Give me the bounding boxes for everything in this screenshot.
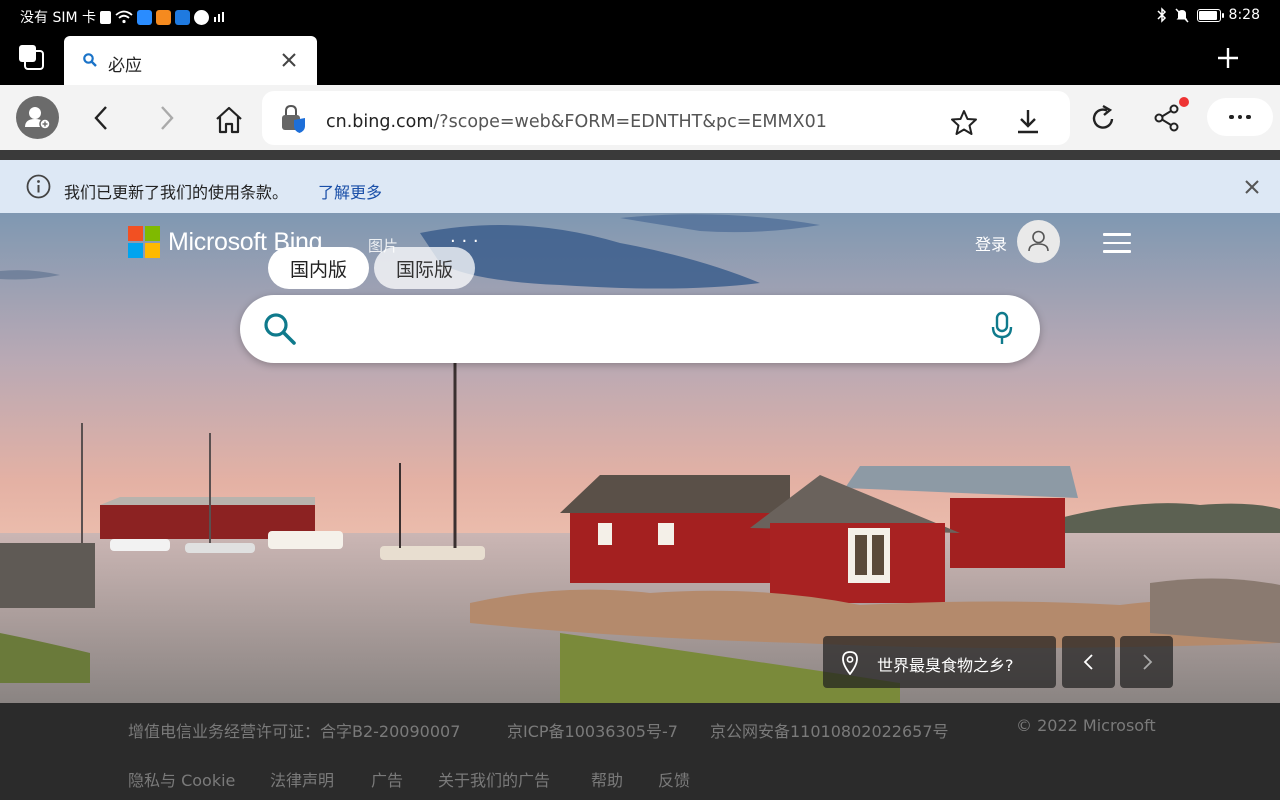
info-banner: 我们已更新了我们的使用条款。 了解更多	[0, 160, 1280, 213]
refresh-icon[interactable]	[1089, 103, 1117, 133]
bluetooth-icon	[1157, 7, 1166, 23]
status-bar: 没有 SIM 卡 8:28	[0, 0, 1280, 32]
app-player-icon	[156, 9, 171, 25]
profile-icon	[25, 107, 51, 130]
profile-button[interactable]	[16, 96, 59, 139]
login-link[interactable]: 登录	[975, 231, 1007, 255]
app-search-icon	[137, 9, 152, 25]
notification-icon	[100, 10, 111, 24]
search-favicon-icon	[83, 53, 97, 67]
footer-link-feedback[interactable]: 反馈	[658, 767, 690, 791]
tab-strip: 必应	[0, 32, 1280, 85]
microsoft-logo-icon	[128, 226, 160, 258]
user-icon	[1028, 230, 1049, 252]
domestic-version-tab[interactable]: 国内版	[268, 247, 369, 289]
location-pin-icon	[842, 651, 858, 675]
app-globe-icon	[194, 9, 209, 25]
search-box	[240, 295, 1040, 363]
footer-link-privacy[interactable]: 隐私与 Cookie	[128, 767, 235, 791]
learn-more-link[interactable]: 了解更多	[318, 179, 382, 203]
share-icon[interactable]	[1153, 103, 1181, 133]
tab-switcher-button[interactable]	[16, 42, 48, 74]
hamburger-menu-icon[interactable]	[1103, 233, 1131, 253]
app-flag-icon	[175, 9, 190, 25]
chevron-left-icon	[1083, 654, 1093, 670]
battery-icon	[1196, 8, 1224, 22]
search-input[interactable]	[310, 309, 970, 349]
caption-text: 世界最臭食物之乡?	[877, 656, 1014, 675]
carrier-text: 没有 SIM 卡	[20, 10, 96, 26]
bing-homepage-hero: Microsoft Bing 图片 · · · 国内版 国际版 登录 世界最臭食…	[0, 213, 1280, 703]
image-caption-button[interactable]: 世界最臭食物之乡?	[823, 636, 1056, 688]
chevron-right-icon	[1143, 654, 1153, 670]
icp-link[interactable]: 京ICP备10036305号-7	[507, 718, 678, 742]
tab-title: 必应	[108, 56, 142, 76]
browser-toolbar: cn.bing.com/?scope=web&FORM=EDNTHT&pc=EM…	[0, 85, 1280, 150]
footer-link-help[interactable]: 帮助	[591, 767, 623, 791]
clock: 8:28	[1228, 7, 1260, 23]
forward-icon[interactable]	[152, 104, 180, 132]
search-icon[interactable]	[262, 311, 298, 347]
close-tab-icon[interactable]	[279, 50, 299, 70]
license-link[interactable]: 增值电信业务经营许可证：合字B2-20090007	[128, 718, 460, 742]
microphone-icon[interactable]	[990, 311, 1014, 347]
status-left: 没有 SIM 卡	[20, 7, 227, 27]
status-right: 8:28	[1157, 7, 1260, 23]
back-icon[interactable]	[88, 104, 116, 132]
new-tab-icon[interactable]	[1216, 46, 1240, 70]
international-version-tab[interactable]: 国际版	[374, 247, 475, 289]
toolbar-divider	[0, 150, 1280, 160]
wifi-icon	[115, 10, 133, 24]
footer-link-legal[interactable]: 法律声明	[270, 767, 334, 791]
url-text[interactable]: cn.bing.com/?scope=web&FORM=EDNTHT&pc=EM…	[326, 112, 827, 132]
tab-bing[interactable]: 必应	[64, 36, 317, 85]
footer-link-ads[interactable]: 广告	[371, 767, 403, 791]
footer-link-about-ads[interactable]: 关于我们的广告	[438, 767, 550, 791]
previous-image-button[interactable]	[1062, 636, 1115, 688]
close-icon[interactable]	[1242, 177, 1262, 197]
tabs-icon	[19, 45, 44, 70]
share-notification-dot	[1179, 97, 1189, 107]
url-path: /?scope=web&FORM=EDNTHT&pc=EMMX01	[433, 112, 827, 132]
police-record-link[interactable]: 京公网安备11010802022657号	[710, 718, 949, 742]
download-icon[interactable]	[1014, 108, 1042, 136]
home-icon[interactable]	[214, 105, 244, 135]
footer: 增值电信业务经营许可证：合字B2-20090007 京ICP备10036305号…	[0, 703, 1280, 800]
address-bar[interactable]: cn.bing.com/?scope=web&FORM=EDNTHT&pc=EM…	[262, 91, 1070, 145]
banner-text: 我们已更新了我们的使用条款。	[64, 183, 289, 202]
url-host: cn.bing.com	[326, 112, 434, 132]
background-image	[0, 213, 1280, 703]
avatar[interactable]	[1017, 220, 1060, 263]
lock-shield-icon	[282, 105, 305, 133]
signal-icon	[214, 12, 224, 22]
favorite-star-icon[interactable]	[950, 109, 978, 137]
more-menu-button[interactable]	[1207, 98, 1273, 136]
mute-bell-icon	[1174, 8, 1189, 23]
info-icon	[26, 174, 51, 199]
copyright-text: © 2022 Microsoft	[1016, 716, 1156, 735]
next-image-button[interactable]	[1120, 636, 1173, 688]
